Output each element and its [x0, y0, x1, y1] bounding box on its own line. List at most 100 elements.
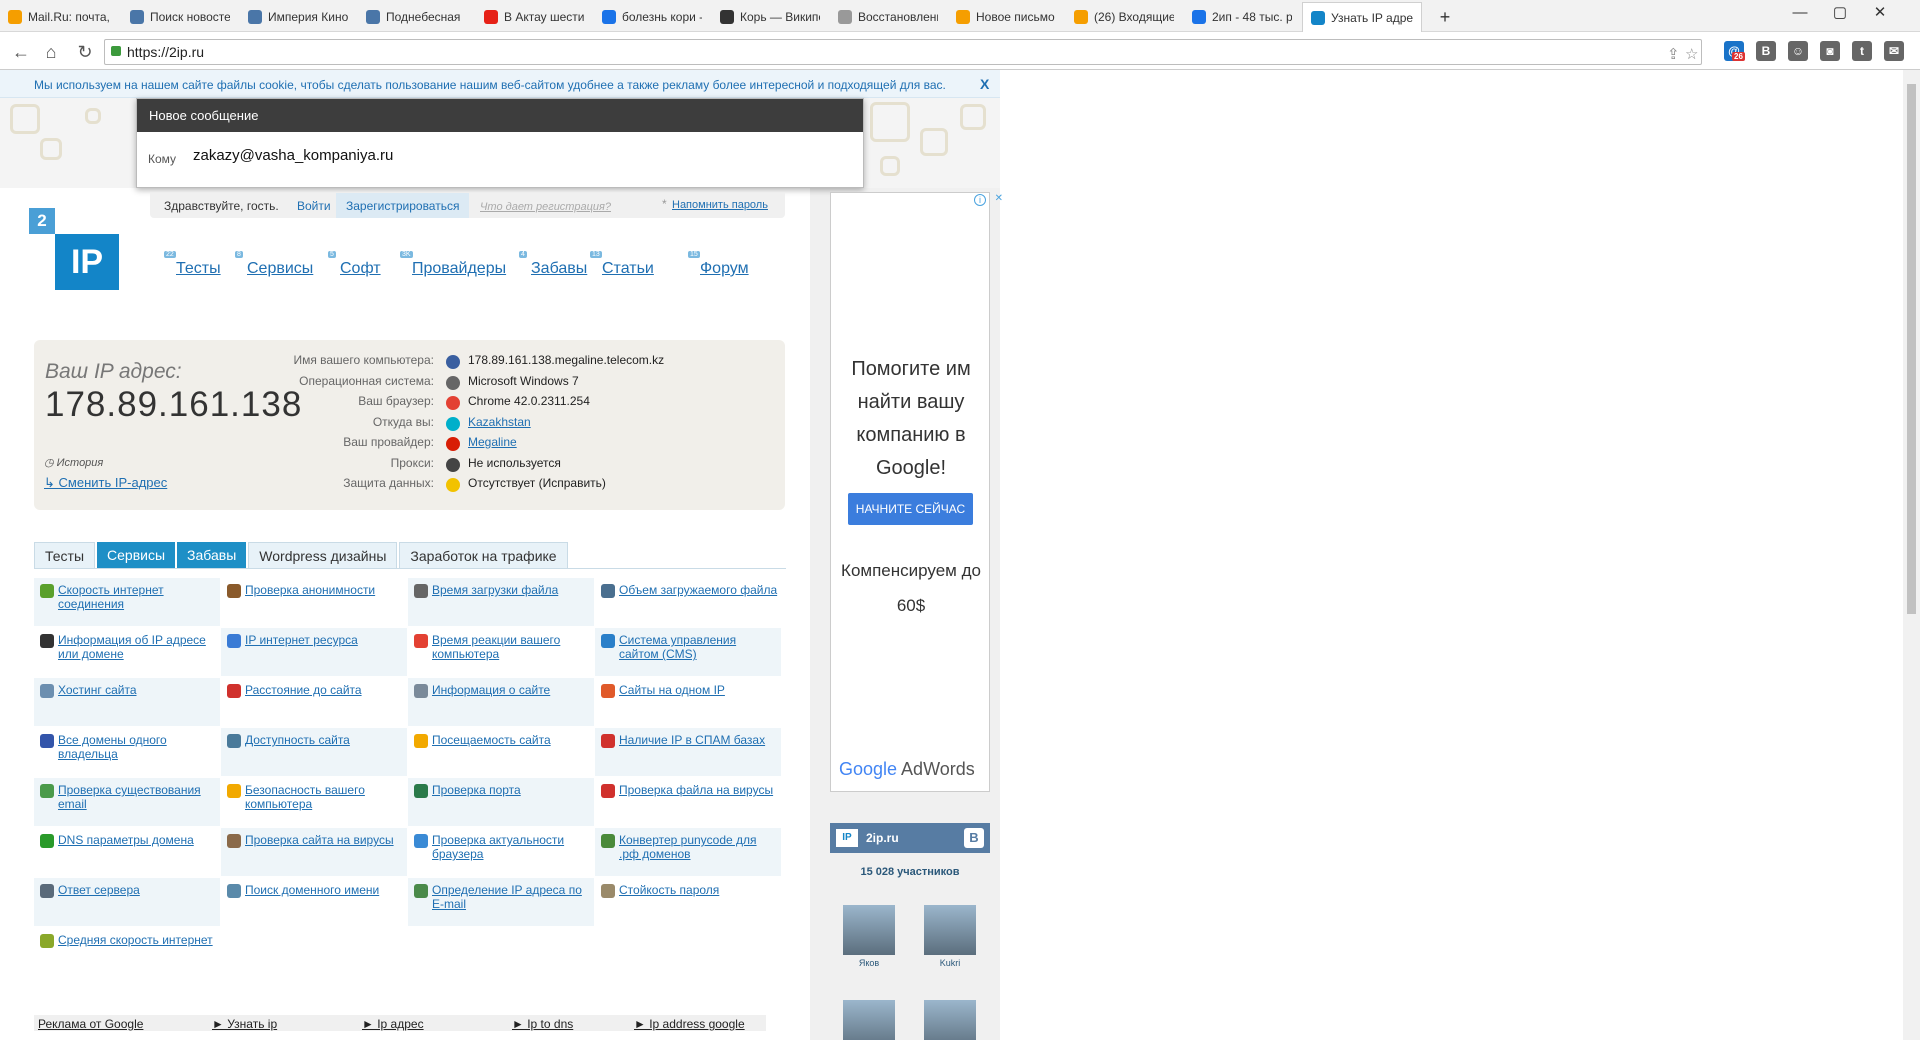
service-link[interactable]: Проверка существования email [58, 783, 218, 811]
service-item[interactable]: Поиск доменного имени [221, 878, 407, 926]
service-item[interactable]: Скорость интернет соединения [34, 578, 220, 626]
login-link[interactable]: Войти [297, 199, 331, 213]
service-tab[interactable]: Wordpress дизайны [248, 542, 398, 568]
service-link[interactable]: Проверка анонимности [245, 583, 405, 597]
browser-tab[interactable]: Новое письмо - vip [948, 2, 1064, 32]
service-item[interactable]: Наличие IP в СПАМ базах [595, 728, 781, 776]
service-item[interactable]: Время загрузки файла [408, 578, 594, 626]
url-input[interactable]: https://2ip.ru ⇪ ☆ [104, 39, 1702, 65]
service-tab[interactable]: Забавы [177, 542, 247, 568]
cookie-close-button[interactable]: X [980, 76, 989, 92]
to-field[interactable]: zakazy@vasha_kompaniya.ru [193, 147, 393, 164]
browser-tab[interactable]: Узнать IP адрес [1302, 2, 1422, 32]
service-link[interactable]: Конвертер punycode для .рф доменов [619, 833, 779, 861]
vk-icon[interactable]: B [964, 828, 984, 848]
vk-widget-name[interactable]: 2ip.ru [866, 831, 899, 845]
ad-link-1[interactable]: ► Узнать ip [212, 1017, 277, 1031]
service-item[interactable]: Средняя скорость интернет [34, 928, 220, 976]
service-item[interactable]: Проверка анонимности [221, 578, 407, 626]
browser-tab[interactable]: В Актау шестимеся [476, 2, 592, 32]
service-link[interactable]: Определение IP адреса по E-mail [432, 883, 592, 911]
service-link[interactable]: Средняя скорость интернет [58, 933, 218, 947]
service-item[interactable]: Информация об IP адресе или домене [34, 628, 220, 676]
service-link[interactable]: Информация об IP адресе или домене [58, 633, 218, 661]
service-link[interactable]: Сайты на одном IP [619, 683, 779, 697]
ad-close-icon[interactable]: ✕ [995, 193, 1003, 204]
main-nav-link[interactable]: 13 Статьи [590, 251, 654, 278]
service-link[interactable]: Проверка файла на вирусы [619, 783, 779, 797]
side-adwords-ad[interactable]: i ✕ Помогите им найти вашу компанию в Go… [830, 192, 1003, 792]
home-icon[interactable]: ⌂ [40, 41, 62, 63]
register-button[interactable]: Зарегистрироваться [336, 193, 470, 218]
remind-password-link[interactable]: Напомнить пароль [672, 199, 768, 211]
service-link[interactable]: Время реакции вашего компьютера [432, 633, 592, 661]
browser-tab[interactable]: Поднебесная [358, 2, 474, 32]
main-nav-link[interactable]: 3K Провайдеры [400, 251, 506, 278]
service-link[interactable]: Все домены одного владельца [58, 733, 218, 761]
ip-detail-value[interactable]: Kazakhstan [468, 415, 531, 429]
browser-tab[interactable]: Mail.Ru: почта, пои [0, 2, 120, 32]
ok-extension-icon[interactable]: ☺ [1788, 41, 1808, 61]
browser-tab[interactable]: Корь — Википедия [712, 2, 828, 32]
browser-tab[interactable]: болезнь кори - 118 [594, 2, 710, 32]
mailru-extension-icon[interactable]: @26 [1724, 41, 1745, 61]
ad-info-icon[interactable]: i [974, 194, 986, 206]
service-item[interactable]: Все домены одного владельца [34, 728, 220, 776]
main-nav-link[interactable]: 4 Забавы [519, 251, 587, 278]
service-item[interactable]: Проверка существования email [34, 778, 220, 826]
service-link[interactable]: Посещаемость сайта [432, 733, 592, 747]
service-item[interactable]: Стойкость пароля [595, 878, 781, 926]
service-item[interactable]: Сайты на одном IP [595, 678, 781, 726]
service-link[interactable]: Проверка сайта на вирусы [245, 833, 405, 847]
service-item[interactable]: Расстояние до сайта [221, 678, 407, 726]
main-nav-link[interactable]: 5 Софт [328, 251, 381, 278]
service-link[interactable]: Безопасность вашего компьютера [245, 783, 405, 811]
service-link[interactable]: Проверка актуальности браузера [432, 833, 592, 861]
service-item[interactable]: Время реакции вашего компьютера [408, 628, 594, 676]
vk-member[interactable] [843, 1000, 895, 1040]
service-item[interactable]: Проверка порта [408, 778, 594, 826]
ip-detail-value[interactable]: Megaline [468, 435, 517, 449]
twitter-extension-icon[interactable]: t [1852, 41, 1872, 61]
service-link[interactable]: IP интернет ресурса [245, 633, 405, 647]
service-item[interactable]: Безопасность вашего компьютера [221, 778, 407, 826]
vk-extension-icon[interactable]: B [1756, 41, 1776, 61]
scrollbar[interactable] [1903, 70, 1920, 1040]
ad-link-3[interactable]: ► Ip to dns [512, 1017, 573, 1031]
service-link[interactable]: Наличие IP в СПАМ базах [619, 733, 779, 747]
browser-tab[interactable]: Поиск новостей по [122, 2, 238, 32]
service-tab[interactable]: Заработок на трафике [399, 542, 568, 568]
change-ip-link[interactable]: ↳ Сменить IP-адрес [44, 475, 167, 491]
history-link[interactable]: ◷ История [44, 456, 103, 469]
service-link[interactable]: Объем загружаемого файла [619, 583, 779, 597]
main-nav-link[interactable]: 15 Форум [688, 251, 749, 278]
service-item[interactable]: Система управления сайтом (CMS) [595, 628, 781, 676]
main-nav-link[interactable]: 8 Сервисы [235, 251, 313, 278]
service-item[interactable]: Определение IP адреса по E-mail [408, 878, 594, 926]
service-link[interactable]: Хостинг сайта [58, 683, 218, 697]
reload-icon[interactable]: ↻ [74, 41, 96, 63]
vk-member[interactable] [924, 1000, 976, 1040]
service-link[interactable]: Расстояние до сайта [245, 683, 405, 697]
service-tab[interactable]: Тесты [34, 542, 96, 568]
vk-widget-header[interactable]: IP 2ip.ru B [830, 823, 990, 853]
service-item[interactable]: Доступность сайта [221, 728, 407, 776]
service-link[interactable]: Ответ сервера [58, 883, 218, 897]
vk-member[interactable]: Kukri [924, 905, 976, 968]
ad-link-2[interactable]: ► Ip адрес [362, 1017, 424, 1031]
minimize-button[interactable]: — [1780, 0, 1820, 24]
service-link[interactable]: Информация о сайте [432, 683, 592, 697]
ad-start-button[interactable]: НАЧНИТЕ СЕЙЧАС [848, 493, 973, 525]
browser-tab[interactable]: 2ип - 48 тыс. резул [1184, 2, 1300, 32]
service-item[interactable]: Ответ сервера [34, 878, 220, 926]
service-item[interactable]: DNS параметры домена [34, 828, 220, 876]
service-item[interactable]: Хостинг сайта [34, 678, 220, 726]
ad-link-4[interactable]: ► Ip address google [634, 1017, 745, 1031]
why-register-link[interactable]: Что дает регистрация? [480, 201, 611, 213]
vk-member[interactable]: Яков [843, 905, 895, 968]
service-item[interactable]: Проверка сайта на вирусы [221, 828, 407, 876]
service-link[interactable]: Система управления сайтом (CMS) [619, 633, 779, 661]
service-item[interactable]: Проверка файла на вирусы [595, 778, 781, 826]
service-item[interactable]: Информация о сайте [408, 678, 594, 726]
scrollbar-thumb[interactable] [1907, 84, 1916, 614]
